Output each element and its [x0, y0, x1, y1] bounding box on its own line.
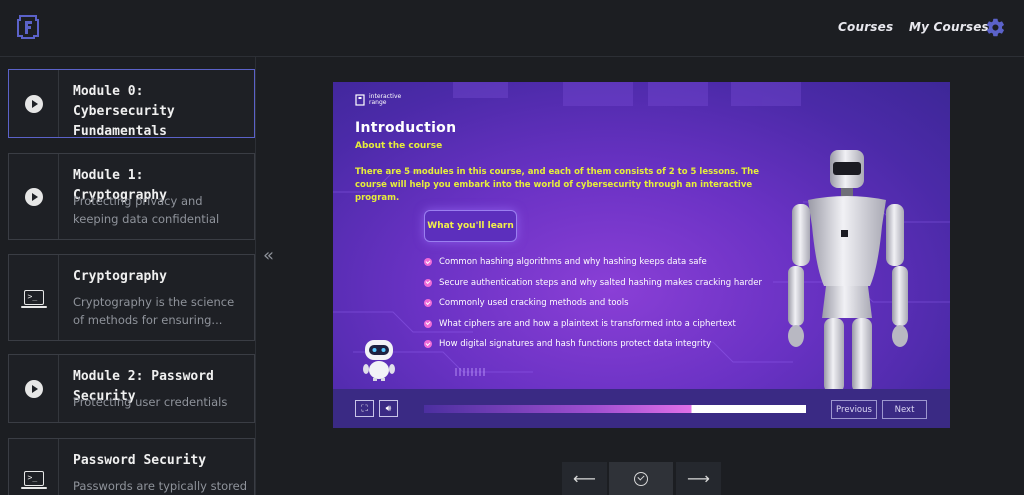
previous-button[interactable]: Previous [831, 400, 877, 419]
list-item: How digital signatures and hash function… [424, 334, 784, 355]
sidebar-item-cryptography[interactable]: >_ Cryptography Cryptography is the scie… [8, 254, 255, 341]
learning-objectives-list: Common hashing algorithms and why hashin… [424, 252, 784, 355]
app-logo-icon[interactable] [17, 14, 39, 40]
top-bar: Courses My Courses [0, 0, 1024, 57]
arrow-right-icon[interactable]: ⟶ [676, 462, 721, 495]
list-item: Secure authentication steps and why salt… [424, 273, 784, 294]
sidebar-item-title: Password Security [73, 453, 207, 468]
sidebar-item-module-2[interactable]: Module 2: Password Security Protecting u… [8, 354, 255, 423]
terminal-icon: >_ [20, 470, 47, 489]
check-circle-icon [634, 471, 648, 486]
sidebar-item-description: Protecting privacy and keeping data conf… [73, 194, 220, 226]
check-bullet-icon [424, 278, 432, 287]
sidebar-item-module-1[interactable]: Module 1: Cryptography Protecting privac… [8, 153, 255, 240]
what-youll-learn-label: What you'll learn [424, 210, 517, 242]
sidebar-item-password-security[interactable]: >_ Password Security Passwords are typic… [8, 438, 255, 495]
sidebar-item-title: Module 0: Cybersecurity Fundamentals [73, 84, 175, 139]
play-icon [24, 94, 43, 113]
check-bullet-icon [424, 319, 432, 328]
brand-text: interactive range [369, 93, 402, 106]
check-bullet-icon [424, 258, 432, 267]
nav-courses-link[interactable]: Courses [838, 20, 893, 34]
check-bullet-icon [424, 299, 432, 308]
sidebar-item-description: Cryptography is the science of methods f… [73, 295, 235, 327]
sidebar-item-title: Cryptography [73, 269, 167, 284]
list-item: What ciphers are and how a plaintext is … [424, 314, 784, 335]
brand-mark-icon [355, 94, 365, 106]
arrow-left-icon[interactable]: ⟵ [562, 462, 607, 495]
slide-controls-bar: ⛶ 🔊︎ Previous Next [333, 389, 950, 428]
fullscreen-icon[interactable]: ⛶ [355, 400, 374, 417]
gear-icon[interactable] [985, 17, 1006, 38]
sidebar-item-description: Passwords are typically stored [73, 479, 248, 493]
robot-mascot-icon [363, 340, 395, 381]
sidebar-item-module-0[interactable]: Module 0: Cybersecurity Fundamentals [8, 69, 255, 139]
slide-title: Introduction [355, 120, 457, 136]
volume-icon[interactable]: 🔊︎ [379, 400, 398, 417]
slide-progress-bar[interactable] [424, 405, 806, 413]
slide-subtitle: About the course [355, 141, 443, 151]
slide-intro-paragraph: There are 5 modules in this course, and … [355, 167, 759, 203]
play-icon [24, 379, 43, 398]
terminal-icon: >_ [20, 290, 47, 308]
sidebar-item-description: Protecting user credentials [73, 395, 228, 409]
lesson-slide: interactive range Introduction About the… [333, 82, 950, 428]
double-chevron-left-icon[interactable]: « [263, 245, 274, 266]
module-sidebar: Module 0: Cybersecurity Fundamentals Mod… [0, 57, 256, 495]
list-item: Common hashing algorithms and why hashin… [424, 252, 784, 273]
nav-my-courses-link[interactable]: My Courses [909, 20, 989, 34]
list-item: Commonly used cracking methods and tools [424, 293, 784, 314]
play-icon [24, 187, 43, 206]
brand-logo: interactive range [355, 94, 409, 106]
humanoid-robot-illustration [788, 150, 908, 393]
complete-lesson-button[interactable] [609, 462, 673, 495]
next-button[interactable]: Next [882, 400, 927, 419]
check-bullet-icon [424, 340, 432, 349]
